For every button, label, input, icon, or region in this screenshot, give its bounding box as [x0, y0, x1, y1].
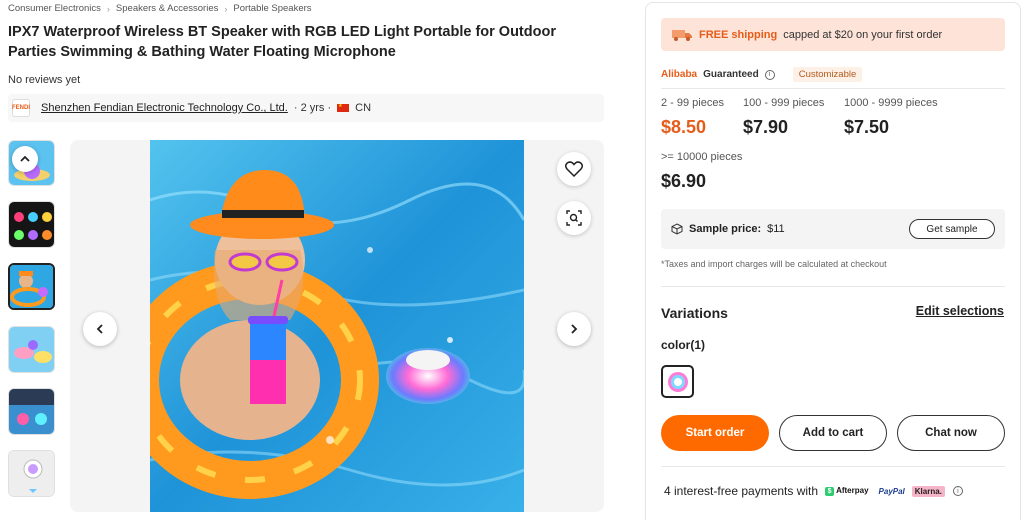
customizable-badge: Customizable — [792, 67, 863, 82]
next-image-button[interactable] — [557, 312, 591, 346]
cube-icon — [671, 223, 683, 235]
add-to-cart-button[interactable]: Add to cart — [779, 415, 887, 451]
afterpay-logo: $ Afterpay — [822, 485, 871, 497]
breadcrumb-separator: › — [106, 3, 110, 14]
heart-icon — [565, 161, 583, 177]
tier-range: 100 - 999 pieces — [743, 97, 825, 109]
truck-icon — [672, 29, 692, 41]
info-icon[interactable]: i — [764, 69, 775, 80]
start-order-button[interactable]: Start order — [661, 415, 769, 451]
sample-price-box: Sample price: $11 Get sample — [661, 209, 1005, 249]
tier-range: 2 - 99 pieces — [661, 97, 724, 109]
payment-row: 4 interest-free payments with $ Afterpay … — [664, 484, 963, 498]
product-title: IPX7 Waterproof Wireless BT Speaker with… — [8, 24, 556, 60]
purchase-panel: FREE shipping capped at $20 on your firs… — [645, 2, 1021, 520]
divider — [661, 88, 1005, 89]
divider — [661, 286, 1005, 287]
reviews-status: No reviews yet — [8, 74, 81, 86]
supplier-country: CN — [355, 102, 372, 114]
breadcrumb-item[interactable]: Consumer Electronics — [8, 3, 101, 14]
paypal-logo: PayPal — [878, 486, 905, 496]
sample-price-label: Sample price: — [689, 223, 762, 235]
shipping-text: capped at $20 on your first order — [783, 28, 943, 41]
payment-text: 4 interest-free payments with — [664, 484, 819, 498]
supplier-name-link[interactable]: Shenzhen Fendian Electronic Technology C… — [41, 102, 288, 114]
supplier-bar: FENDI Shenzhen Fendian Electronic Techno… — [8, 94, 604, 122]
shipping-highlight: FREE shipping — [699, 28, 778, 41]
tier-price: $8.50 — [661, 117, 707, 137]
thumbnail-image[interactable] — [8, 388, 55, 435]
guaranteed-label: Guaranteed — [703, 69, 759, 80]
thumbnail-image-selected[interactable] — [8, 263, 55, 310]
thumbnail-image[interactable] — [8, 450, 55, 497]
product-page: Consumer Electronics › Speakers & Access… — [0, 0, 1024, 520]
klarna-logo: Klarna. — [911, 485, 945, 497]
info-icon[interactable]: i — [952, 486, 963, 496]
thumbnail-image[interactable] — [8, 326, 55, 373]
price-tier: >= 10000 pieces $6.90 — [661, 151, 742, 192]
variations-title: Variations — [661, 305, 728, 321]
favorite-button[interactable] — [557, 152, 591, 186]
supplier-logo: FENDI — [12, 99, 30, 117]
breadcrumb-item[interactable]: Portable Speakers — [233, 3, 311, 14]
previous-image-button[interactable] — [83, 312, 117, 346]
sample-price-value: $11 — [767, 223, 785, 235]
chevron-up-icon — [20, 155, 30, 162]
image-search-icon — [566, 210, 582, 226]
tier-price: $7.90 — [743, 117, 789, 137]
tier-price: $6.90 — [661, 171, 707, 191]
shipping-banner: FREE shipping capped at $20 on your firs… — [661, 18, 1005, 51]
chevron-right-icon — [571, 324, 578, 334]
breadcrumb-item[interactable]: Speakers & Accessories — [116, 3, 218, 14]
divider — [661, 466, 1005, 467]
price-tier: 1000 - 9999 pieces $7.50 — [844, 97, 938, 138]
get-sample-button[interactable]: Get sample — [909, 219, 995, 239]
thumbnail-image[interactable] — [8, 201, 55, 248]
china-flag-icon — [337, 103, 350, 112]
chevron-left-icon — [96, 324, 103, 334]
tier-price: $7.50 — [844, 117, 890, 137]
breadcrumb-separator: › — [224, 3, 228, 14]
edit-selections-link[interactable]: Edit selections — [916, 304, 1004, 318]
image-search-button[interactable] — [557, 201, 591, 235]
price-tier: 100 - 999 pieces $7.90 — [743, 97, 824, 138]
tier-range: 1000 - 9999 pieces — [844, 97, 938, 109]
guarantee-row: Alibaba Guaranteed i Customizable — [661, 67, 863, 82]
color-swatch[interactable] — [661, 365, 694, 398]
price-tier: 2 - 99 pieces $8.50 — [661, 97, 724, 138]
chat-now-button[interactable]: Chat now — [897, 415, 1005, 451]
tax-note: *Taxes and import charges will be calcul… — [661, 259, 887, 269]
supplier-years: · 2 yrs · — [293, 102, 332, 114]
main-product-image — [150, 140, 524, 512]
color-label: color(1) — [661, 338, 706, 352]
breadcrumb: Consumer Electronics › Speakers & Access… — [8, 3, 312, 14]
tier-range: >= 10000 pieces — [661, 151, 743, 163]
action-buttons: Start order Add to cart Chat now — [661, 415, 1005, 451]
thumbnail-scroll-up-button[interactable] — [12, 146, 38, 172]
alibaba-logo: Alibaba — [661, 69, 698, 80]
speaker-swatch-image — [667, 371, 688, 392]
image-viewer — [70, 140, 604, 512]
